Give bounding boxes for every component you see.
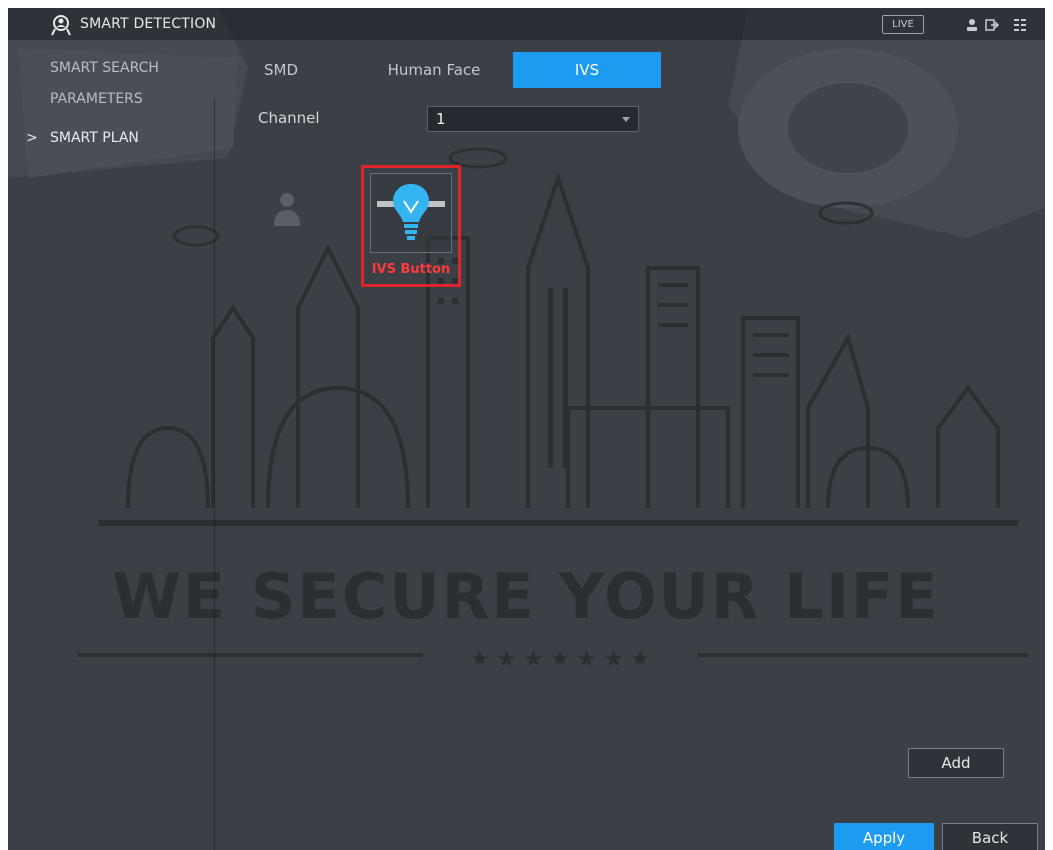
app-window: WE SECURE YOUR LIFE ★ ★ ★ ★ ★ ★ ★ SMART … [8, 8, 1045, 850]
panel-divider [214, 98, 215, 850]
tab-smd[interactable]: SMD [246, 52, 316, 88]
add-button[interactable]: Add [908, 748, 1004, 778]
smart-detection-icon [51, 15, 71, 36]
chevron-right-icon: > [26, 130, 38, 146]
back-button[interactable]: Back [942, 823, 1038, 850]
channel-select[interactable]: 1 [427, 106, 639, 132]
apply-button[interactable]: Apply [834, 823, 934, 850]
person-icon[interactable] [270, 188, 304, 228]
lightbulb-icon [377, 184, 445, 240]
screen-frame: WE SECURE YOUR LIFE ★ ★ ★ ★ ★ ★ ★ SMART … [0, 0, 1053, 850]
sidebar-item-smart-plan[interactable]: SMART PLAN [50, 130, 139, 146]
svg-text:★ ★ ★ ★ ★ ★ ★: ★ ★ ★ ★ ★ ★ ★ [470, 647, 650, 672]
top-bar: SMART DETECTION LIVE [8, 8, 1045, 40]
tab-ivs[interactable]: IVS [513, 52, 661, 88]
menu-grid-icon[interactable] [1012, 17, 1028, 33]
live-button[interactable]: LIVE [882, 15, 924, 34]
sidebar-item-parameters[interactable]: PARAMETERS [50, 91, 143, 107]
tab-human-face[interactable]: Human Face [374, 52, 494, 88]
sidebar-item-smart-search[interactable]: SMART SEARCH [50, 60, 159, 76]
chevron-down-icon [622, 117, 630, 122]
app-title: SMART DETECTION [80, 16, 217, 32]
channel-label: Channel [258, 109, 320, 127]
user-icon[interactable] [964, 17, 980, 33]
ivs-button-caption: IVS Button [371, 262, 451, 277]
exit-icon[interactable] [984, 17, 1000, 33]
sidebar: SMART SEARCH PARAMETERS > SMART PLAN [8, 40, 214, 850]
channel-value: 1 [436, 110, 446, 128]
background-slogan: WE SECURE YOUR LIFE [112, 560, 939, 633]
ivs-plan-button[interactable] [370, 173, 452, 253]
